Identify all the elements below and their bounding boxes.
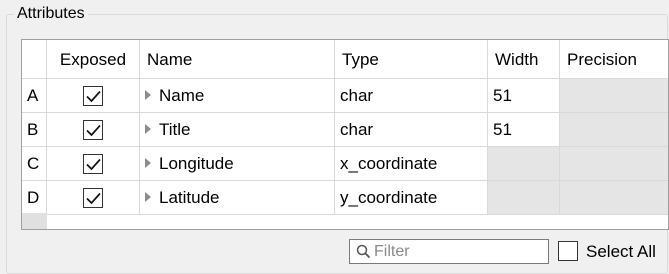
- width-cell: [488, 181, 560, 215]
- table-corner: [22, 40, 47, 79]
- exposed-checkbox[interactable]: [83, 120, 103, 140]
- checkmark-icon: [86, 192, 101, 205]
- checkmark-icon: [86, 90, 101, 103]
- select-all-label[interactable]: Select All: [586, 241, 656, 262]
- name-value: Longitude: [159, 154, 234, 173]
- row-header[interactable]: B: [22, 113, 47, 147]
- attributes-table[interactable]: Exposed Name Type Width Precision A Name…: [21, 39, 669, 230]
- filter-input[interactable]: [374, 240, 546, 263]
- exposed-checkbox[interactable]: [83, 86, 103, 106]
- column-header-exposed[interactable]: Exposed: [47, 40, 140, 79]
- select-all-checkbox[interactable]: [558, 241, 578, 261]
- exposed-cell[interactable]: [47, 147, 140, 181]
- type-cell[interactable]: char: [335, 79, 488, 113]
- row-header[interactable]: D: [22, 181, 47, 215]
- checkmark-icon: [86, 158, 101, 171]
- exposed-cell[interactable]: [47, 79, 140, 113]
- exposed-checkbox[interactable]: [83, 188, 103, 208]
- filter-box[interactable]: [349, 239, 549, 264]
- row-header[interactable]: C: [22, 147, 47, 181]
- precision-cell: [560, 147, 668, 181]
- column-header-precision[interactable]: Precision: [560, 40, 668, 79]
- type-cell[interactable]: y_coordinate: [335, 181, 488, 215]
- exposed-checkbox[interactable]: [83, 154, 103, 174]
- precision-cell: [560, 181, 668, 215]
- column-header-name[interactable]: Name: [140, 40, 335, 79]
- search-icon: [356, 244, 371, 259]
- width-cell[interactable]: 51: [488, 79, 560, 113]
- column-header-width[interactable]: Width: [488, 40, 560, 79]
- width-cell: [488, 147, 560, 181]
- name-value: Latitude: [159, 188, 220, 207]
- type-cell[interactable]: x_coordinate: [335, 147, 488, 181]
- expand-arrow-icon[interactable]: [145, 124, 151, 134]
- name-cell[interactable]: Latitude: [140, 181, 335, 215]
- expand-arrow-icon[interactable]: [145, 192, 151, 202]
- name-cell[interactable]: Title: [140, 113, 335, 147]
- name-value: Name: [159, 86, 205, 105]
- exposed-cell[interactable]: [47, 181, 140, 215]
- precision-cell: [560, 113, 668, 147]
- exposed-cell[interactable]: [47, 113, 140, 147]
- name-value: Title: [159, 120, 191, 139]
- groupbox-title: Attributes: [14, 4, 88, 24]
- precision-cell: [560, 79, 668, 113]
- expand-arrow-icon[interactable]: [145, 90, 151, 100]
- row-header[interactable]: A: [22, 79, 47, 113]
- expand-arrow-icon[interactable]: [145, 158, 151, 168]
- column-header-type[interactable]: Type: [335, 40, 488, 79]
- name-cell[interactable]: Name: [140, 79, 335, 113]
- name-cell[interactable]: Longitude: [140, 147, 335, 181]
- checkmark-icon: [86, 124, 101, 137]
- table-footer-strip: [22, 213, 47, 229]
- width-cell[interactable]: 51: [488, 113, 560, 147]
- type-cell[interactable]: char: [335, 113, 488, 147]
